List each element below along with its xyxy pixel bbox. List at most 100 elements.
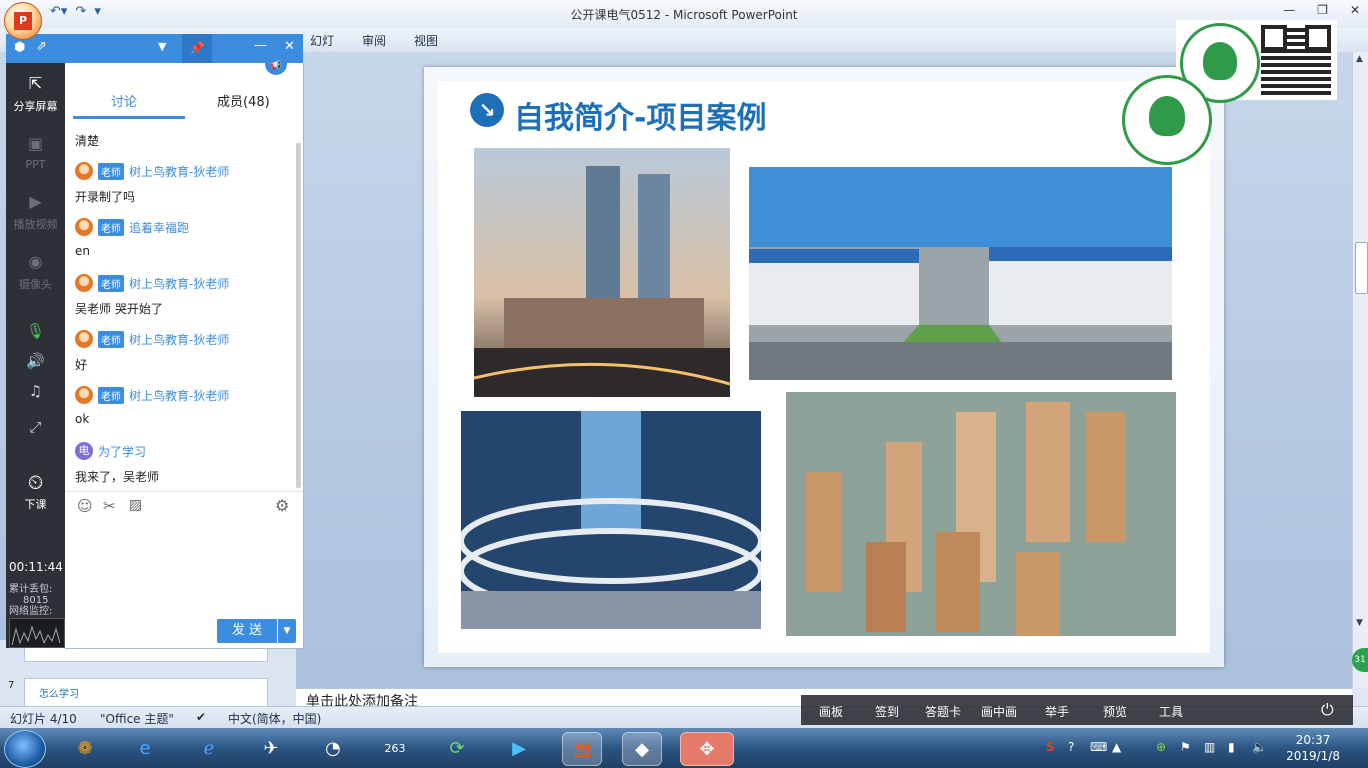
- drawing-board-button[interactable]: 画板: [819, 703, 843, 720]
- security-icon[interactable]: ⚑: [1180, 740, 1191, 754]
- send-options-icon[interactable]: ▼: [278, 619, 296, 643]
- scroll-down-icon[interactable]: ▼: [1356, 618, 1363, 628]
- office-button-label: P: [14, 12, 32, 30]
- end-class-icon: ⏲: [27, 470, 44, 494]
- help-icon[interactable]: ?: [1068, 740, 1074, 754]
- username[interactable]: 树上鸟教育-狄老师: [129, 163, 229, 180]
- send-button[interactable]: 发 送: [217, 619, 277, 643]
- bird-app-icon[interactable]: ✈: [252, 732, 290, 764]
- camera-button[interactable]: ◉ 摄像头: [6, 252, 65, 292]
- classroom-taskbar-icon[interactable]: ◆: [622, 732, 662, 766]
- packet-loss-label: 累计丢包:: [9, 584, 53, 595]
- chat-message-text: ok: [75, 412, 90, 426]
- fullscreen-icon[interactable]: ⤢: [6, 418, 65, 436]
- ppt-button[interactable]: ▣ PPT: [6, 134, 65, 171]
- slide-number: 7: [8, 680, 15, 691]
- chat-input[interactable]: [65, 521, 303, 613]
- sign-in-button[interactable]: 签到: [875, 703, 899, 720]
- chat-message-header: 老师 树上鸟教育-狄老师: [75, 274, 229, 292]
- mail-263-icon[interactable]: 263: [376, 732, 414, 764]
- redo-icon[interactable]: ↷: [75, 4, 86, 22]
- announcement-icon[interactable]: 📢: [265, 61, 287, 75]
- settings-icon[interactable]: ⚙: [275, 496, 289, 515]
- avatar[interactable]: [75, 162, 93, 180]
- microphone-icon[interactable]: 🎙: [6, 322, 65, 340]
- close-chat-icon[interactable]: ✕: [284, 39, 295, 54]
- chevron-down-icon[interactable]: ▼: [158, 40, 166, 53]
- colorful-app-icon[interactable]: ❁: [66, 732, 104, 764]
- green-circle-app-icon[interactable]: ⟳: [438, 732, 476, 764]
- tab-members[interactable]: 成员(48): [217, 91, 270, 110]
- chat-message-header: 老师 追着幸福跑: [75, 218, 189, 236]
- keyboard-icon[interactable]: ⌨: [1090, 740, 1107, 754]
- start-button[interactable]: [4, 730, 46, 768]
- tab-review[interactable]: 审阅: [362, 32, 386, 49]
- username[interactable]: 追着幸福跑: [129, 219, 189, 236]
- taskbar-clock[interactable]: 20:37 2019/1/8: [1286, 732, 1340, 764]
- power-icon[interactable]: ⏻: [1321, 700, 1334, 720]
- slide-thumbnail-7[interactable]: 怎么学习: [24, 678, 268, 708]
- username[interactable]: 为了学习: [98, 443, 146, 460]
- edge-browser-icon[interactable]: e: [126, 732, 164, 764]
- share-screen-button[interactable]: ⇱ 分享屏幕: [6, 74, 65, 114]
- raise-hand-button[interactable]: 举手: [1045, 703, 1069, 720]
- chat-bubble-app-icon[interactable]: ◔: [314, 732, 352, 764]
- teacher-badge: 老师: [98, 218, 124, 236]
- tab-discussion[interactable]: 讨论: [111, 91, 137, 110]
- green-plus-icon[interactable]: ⊕: [1156, 740, 1166, 754]
- avatar[interactable]: [75, 274, 93, 292]
- residential-towers-photo: [786, 392, 1176, 636]
- avatar[interactable]: [75, 218, 93, 236]
- volume-icon[interactable]: 🔈: [1252, 740, 1267, 754]
- tree-logo-icon: [1203, 42, 1237, 80]
- scroll-up-icon[interactable]: ▲: [1356, 54, 1363, 64]
- preview-button[interactable]: 预览: [1103, 703, 1127, 720]
- image-icon[interactable]: ▨: [129, 497, 142, 513]
- avatar[interactable]: 电: [75, 442, 93, 460]
- close-button[interactable]: ✕: [1350, 3, 1360, 17]
- network-icon[interactable]: ▮: [1228, 740, 1235, 754]
- qat-customize-icon[interactable]: ▾: [94, 4, 101, 22]
- username[interactable]: 树上鸟教育-狄老师: [129, 275, 229, 292]
- chat-message-text: 清楚: [75, 134, 100, 148]
- avatar[interactable]: [75, 386, 93, 404]
- end-class-button[interactable]: ⏲ 下课: [6, 472, 65, 512]
- ie-browser-icon[interactable]: ℯ: [190, 732, 228, 764]
- username[interactable]: 树上鸟教育-狄老师: [129, 331, 229, 348]
- username[interactable]: 树上鸟教育-狄老师: [129, 387, 229, 404]
- minimize-chat-icon[interactable]: —: [254, 38, 267, 53]
- sogou-icon[interactable]: S: [1046, 740, 1055, 754]
- avatar[interactable]: [75, 330, 93, 348]
- chat-scroll-thumb[interactable]: [296, 143, 301, 488]
- meeting-app-taskbar-icon[interactable]: ✥: [680, 732, 734, 766]
- pin-icon[interactable]: 📌: [182, 34, 212, 63]
- office-button[interactable]: P: [4, 2, 42, 40]
- shield-icon[interactable]: ⬢: [14, 40, 25, 55]
- tab-view[interactable]: 视图: [414, 32, 438, 49]
- chat-scrollbar[interactable]: [296, 143, 301, 488]
- emoji-icon[interactable]: ☺: [77, 497, 93, 515]
- speaker-icon[interactable]: 🔊: [6, 352, 65, 370]
- tree-logo-icon: [1149, 96, 1185, 136]
- minimize-button[interactable]: —: [1283, 3, 1295, 17]
- spellcheck-icon[interactable]: ✔: [196, 710, 206, 724]
- tray-expand-icon[interactable]: ▲: [1112, 740, 1121, 754]
- scroll-thumb[interactable]: [1355, 242, 1368, 294]
- powerpoint-taskbar-icon[interactable]: ▤: [562, 732, 602, 766]
- scissors-icon[interactable]: ✂: [103, 497, 116, 515]
- play-video-button[interactable]: ▶ 播放视频: [6, 192, 65, 232]
- vertical-scrollbar[interactable]: ▲ ▼: [1352, 52, 1368, 688]
- picture-in-picture-button[interactable]: 画中画: [981, 703, 1017, 720]
- camera-icon: ◉: [28, 252, 43, 271]
- restore-button[interactable]: ❐: [1317, 3, 1328, 17]
- slide-canvas[interactable]: ↘ 自我简介-项目案例: [424, 67, 1224, 667]
- undo-icon[interactable]: ↶▾: [50, 4, 67, 22]
- popout-icon[interactable]: ⇗: [36, 39, 47, 54]
- chat-panel: 讨论 成员(48) 📢 清楚 老师 树上鸟教育-狄老师 开录制了吗 老师 追着幸…: [65, 61, 304, 649]
- video-player-icon[interactable]: ▶: [500, 732, 538, 764]
- tools-button[interactable]: 工具: [1159, 703, 1183, 720]
- language: 中文(简体，中国): [228, 712, 322, 726]
- music-icon[interactable]: ♫: [6, 382, 65, 400]
- device-icon[interactable]: ▥: [1204, 740, 1215, 754]
- answer-card-button[interactable]: 答题卡: [925, 703, 961, 720]
